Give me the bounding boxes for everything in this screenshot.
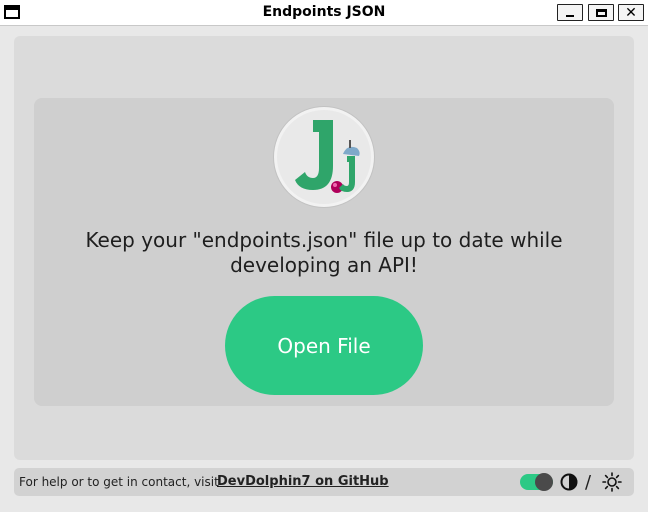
tagline-text: Keep your "endpoints.json" file up to da…	[85, 228, 563, 277]
toggle-knob	[535, 473, 553, 491]
minimize-button[interactable]	[557, 4, 583, 21]
close-button[interactable]: ✕	[618, 4, 644, 21]
endpoints-json-logo-icon	[274, 107, 374, 207]
minimize-icon	[566, 14, 574, 17]
help-text: For help or to get in contact, visit	[19, 475, 219, 489]
app-window: Endpoints JSON ✕ Keep your "endpoints.js…	[0, 0, 648, 512]
title-bar: Endpoints JSON ✕	[0, 0, 648, 26]
maximize-button[interactable]	[588, 4, 614, 21]
close-icon: ✕	[625, 4, 637, 21]
sun-icon	[602, 472, 622, 492]
half-moon-icon	[560, 473, 578, 491]
theme-toggle-switch[interactable]	[520, 473, 553, 491]
separator-slash: /	[585, 472, 592, 493]
footer-bar: For help or to get in contact, visit Dev…	[14, 468, 634, 496]
github-link[interactable]: DevDolphin7 on GitHub	[217, 474, 389, 489]
window-title: Endpoints JSON	[262, 4, 386, 20]
maximize-icon	[595, 8, 607, 17]
open-file-button[interactable]: Open File	[225, 296, 423, 395]
